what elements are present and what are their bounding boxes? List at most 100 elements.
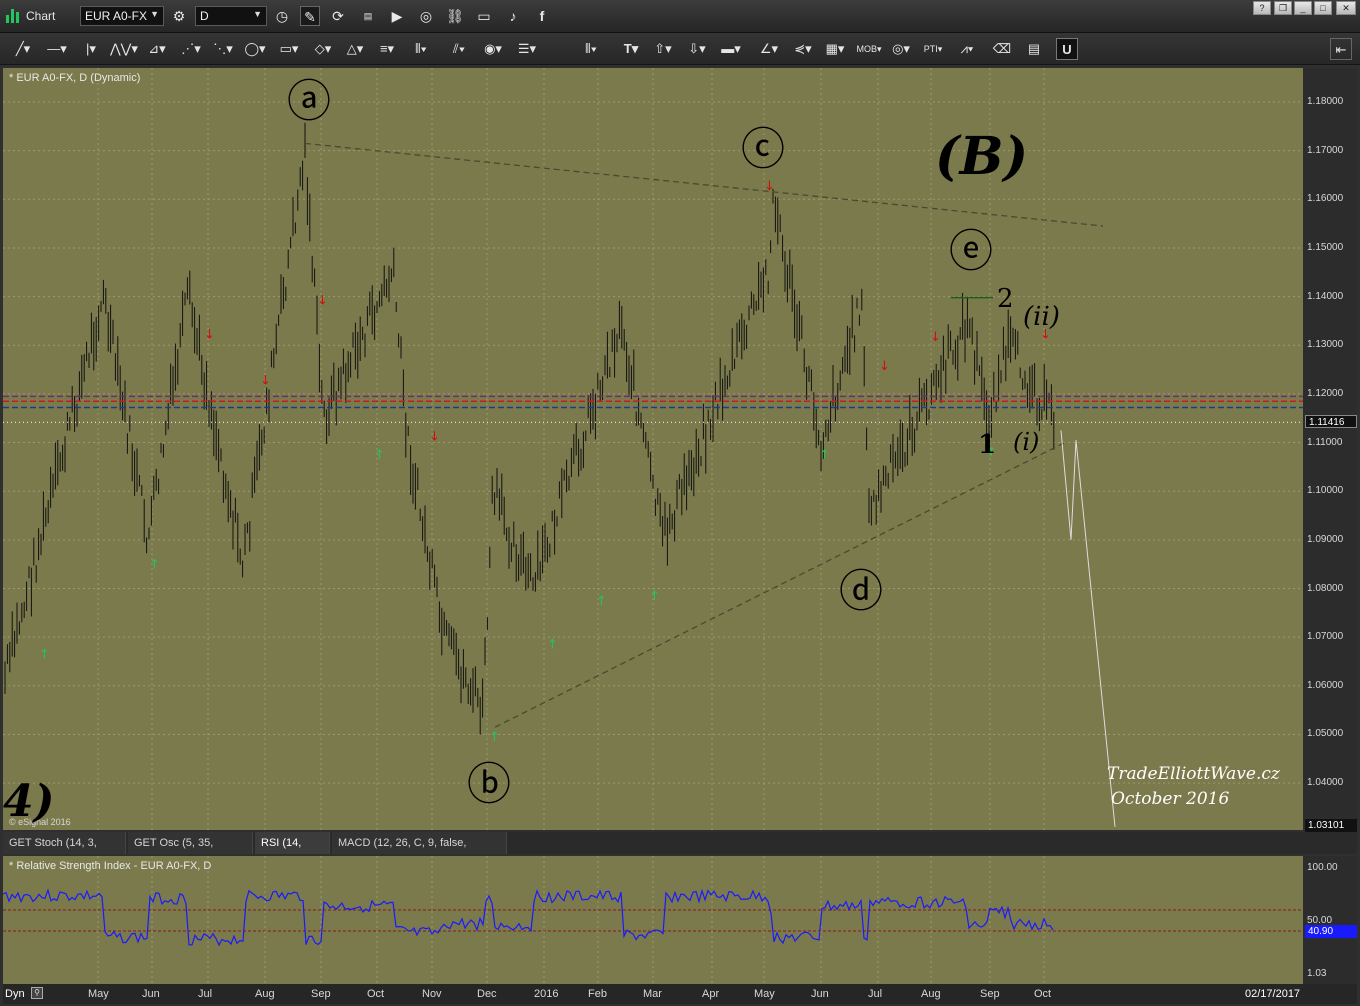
- table-tool-icon[interactable]: ▦▾: [822, 38, 848, 60]
- help-button[interactable]: ?: [1253, 1, 1271, 15]
- window-title: Chart: [26, 9, 56, 23]
- fan-tool-icon[interactable]: ⊿▾: [144, 38, 170, 60]
- link-icon[interactable]: ⛓: [445, 6, 465, 26]
- buy-signal-arrow: ↑: [596, 594, 607, 609]
- compass-icon[interactable]: ◎: [416, 6, 436, 26]
- parallel-lines-tool-icon[interactable]: ⫽▾: [446, 38, 472, 60]
- wave-label-big-b: (B): [935, 126, 1029, 187]
- fib-fan-tool-icon[interactable]: ⋱▾: [210, 38, 236, 60]
- rsi-tick-100: 100.00: [1307, 862, 1338, 873]
- wave-label-1: 1: [978, 430, 997, 460]
- eraser-tool-icon[interactable]: ⌫: [992, 38, 1012, 60]
- text-tool-icon[interactable]: T▾: [618, 38, 644, 60]
- low-price-label: 1.03101: [1305, 819, 1357, 832]
- price-axis[interactable]: 1.18000 1.17000 1.16000 1.15000 1.14000 1.130…: [1303, 68, 1357, 832]
- triangle-tool-icon[interactable]: △▾: [342, 38, 368, 60]
- angle-tool-icon[interactable]: ∠▾: [756, 38, 782, 60]
- price-bars: [4, 122, 1055, 735]
- eye-tool-icon[interactable]: ◎▾: [888, 38, 914, 60]
- news-icon[interactable]: ▤: [358, 6, 378, 26]
- interval-value: D: [200, 9, 209, 23]
- price-tick-label: 1.09000: [1307, 533, 1344, 545]
- gann-tool-icon[interactable]: ⋞▾: [790, 38, 816, 60]
- drawing-toolbar: ╱▾ —▾ |▾ ⋀⋁▾ ⊿▾ ⋰▾ ⋱▾ ◯▾ ▭▾ ◇▾ △▾ ≡▾ ⫴▾ …: [0, 33, 1360, 65]
- elliott-wave-tool-icon[interactable]: ⋀⋁▾: [110, 38, 138, 60]
- price-tick-label: 1.06000: [1307, 679, 1344, 691]
- chevron-down-icon[interactable]: ▼: [150, 9, 159, 19]
- chart-app-icon: [6, 9, 20, 23]
- chat-icon[interactable]: ▭: [474, 6, 494, 26]
- bar-tool-icon[interactable]: ▬▾: [718, 38, 744, 60]
- play-icon[interactable]: ▶: [387, 6, 407, 26]
- dyn-label[interactable]: Dyn: [5, 988, 25, 1000]
- rsi-tick-low: 1.03: [1307, 968, 1327, 979]
- price-tick-label: 1.07000: [1307, 631, 1344, 643]
- clock-icon[interactable]: ◷: [272, 6, 292, 26]
- date-axis[interactable]: Dyn ⚲ May Jun Jul Aug Sep Oct Nov Dec 2016 Feb Mar…: [3, 984, 1357, 1004]
- chevron-down-icon[interactable]: ▼: [253, 9, 262, 19]
- wave-label-a: ⓐ: [287, 76, 331, 127]
- date-tick-label: Jul: [198, 988, 213, 1000]
- maximize-button[interactable]: □: [1314, 1, 1332, 15]
- trendline-tool-icon[interactable]: ╱▾: [10, 38, 36, 60]
- sell-signal-arrow: ↓: [930, 330, 941, 345]
- zigzag-tool-icon[interactable]: ⩘▾: [954, 38, 980, 60]
- symbol-input[interactable]: EUR A0-FX ▼: [80, 6, 164, 26]
- vertical-line-tool-icon[interactable]: |▾: [78, 38, 104, 60]
- date-tick-label: Mar: [643, 988, 662, 1000]
- magnet-tool-icon[interactable]: U: [1056, 38, 1078, 60]
- pti-tool-icon[interactable]: PTI▾: [920, 38, 946, 60]
- rsi-header-label: * Relative Strength Index - EUR A0-FX, D: [9, 860, 212, 872]
- date-tick-label: 2016: [534, 988, 559, 1000]
- cycle-tool-icon[interactable]: ⫴▾: [408, 38, 434, 60]
- date-tick-label: Aug: [921, 988, 941, 1000]
- wave-label-c: ⓒ: [741, 124, 785, 175]
- price-tick-label: 1.11000: [1307, 436, 1343, 448]
- indicator-tab[interactable]: GET Stoch (14, 3, 3)✕: [3, 832, 126, 871]
- rsi-pane[interactable]: * Relative Strength Index - EUR A0-FX, D: [2, 856, 1303, 984]
- buy-signal-arrow: ↑: [39, 647, 50, 662]
- price-chart-pane[interactable]: ↑ ↑ ↑ ↑ ↑ ↑ ↑ ↑ ↑ ↓ ↓ ↓ ↓ ↓ ↓ ↓ ↓ * EUR A0-FX, D (Dynami…: [3, 68, 1303, 830]
- indicator-tab[interactable]: GET Osc (5, 35, 100)✕: [128, 832, 253, 871]
- indicator-tab[interactable]: RSI (14, C)✕: [255, 832, 330, 871]
- grid-lines-tool-icon[interactable]: ☰▾: [514, 38, 540, 60]
- signature-line-2: October 2016: [1111, 789, 1230, 809]
- date-tick-label: Aug: [255, 988, 275, 1000]
- ellipse-tool-icon[interactable]: ◯▾: [242, 38, 268, 60]
- sell-signal-arrow: ↓: [879, 359, 890, 374]
- layers-tool-icon[interactable]: ▤: [1024, 38, 1044, 60]
- horizontal-line-tool-icon[interactable]: —▾: [44, 38, 70, 60]
- price-tick-label: 1.12000: [1307, 387, 1344, 399]
- rsi-axis[interactable]: 100.00 50.00 1.03 40.90: [1303, 856, 1357, 984]
- close-button[interactable]: ✕: [1336, 1, 1356, 15]
- minimize-button[interactable]: _: [1294, 1, 1312, 15]
- pencil-icon[interactable]: ✎: [300, 6, 320, 26]
- circle-target-tool-icon[interactable]: ◉▾: [480, 38, 506, 60]
- diamond-tool-icon[interactable]: ◇▾: [310, 38, 336, 60]
- date-tick-label: Oct: [1034, 988, 1052, 1000]
- indicator-tab[interactable]: MACD (12, 26, C, 9, false, true)✕: [332, 832, 507, 871]
- price-tick-label: 1.13000: [1307, 339, 1344, 351]
- rectangle-tool-icon[interactable]: ▭▾: [276, 38, 302, 60]
- arrow-up-tool-icon[interactable]: ⇧▾: [650, 38, 676, 60]
- indicator-tabs: GET Stoch (14, 3, 3)✕GET Osc (5, 35, 100…: [3, 832, 1357, 871]
- facebook-icon[interactable]: f: [532, 6, 552, 26]
- date-tick-label: Jun: [142, 988, 160, 1000]
- end-date-label: 02/17/2017: [1245, 988, 1301, 1000]
- fib-retrace-tool-icon[interactable]: ⋰▾: [178, 38, 204, 60]
- settings-gear-icon[interactable]: ⚙: [169, 6, 189, 26]
- channel-tool-icon[interactable]: ≡▾: [374, 38, 400, 60]
- wave-label-b: ⓑ: [467, 759, 511, 810]
- refresh-icon[interactable]: ⟳: [328, 6, 348, 26]
- restore-button[interactable]: ❐: [1274, 1, 1292, 15]
- lock-icon[interactable]: ⚲: [31, 987, 43, 999]
- time-lines-tool-icon[interactable]: ⦀▾: [578, 38, 604, 60]
- wave-label-2: 2: [997, 284, 1014, 314]
- price-tick-label: 1.05000: [1307, 728, 1344, 740]
- toolbar-options-icon[interactable]: ⇤: [1330, 38, 1352, 60]
- interval-input[interactable]: D ▼: [195, 6, 267, 26]
- mob-tool-icon[interactable]: MOB▾: [856, 38, 882, 60]
- last-price-label: 1.11416: [1305, 415, 1357, 428]
- arrow-down-tool-icon[interactable]: ⇩▾: [684, 38, 710, 60]
- twitter-icon[interactable]: ♪: [503, 6, 523, 26]
